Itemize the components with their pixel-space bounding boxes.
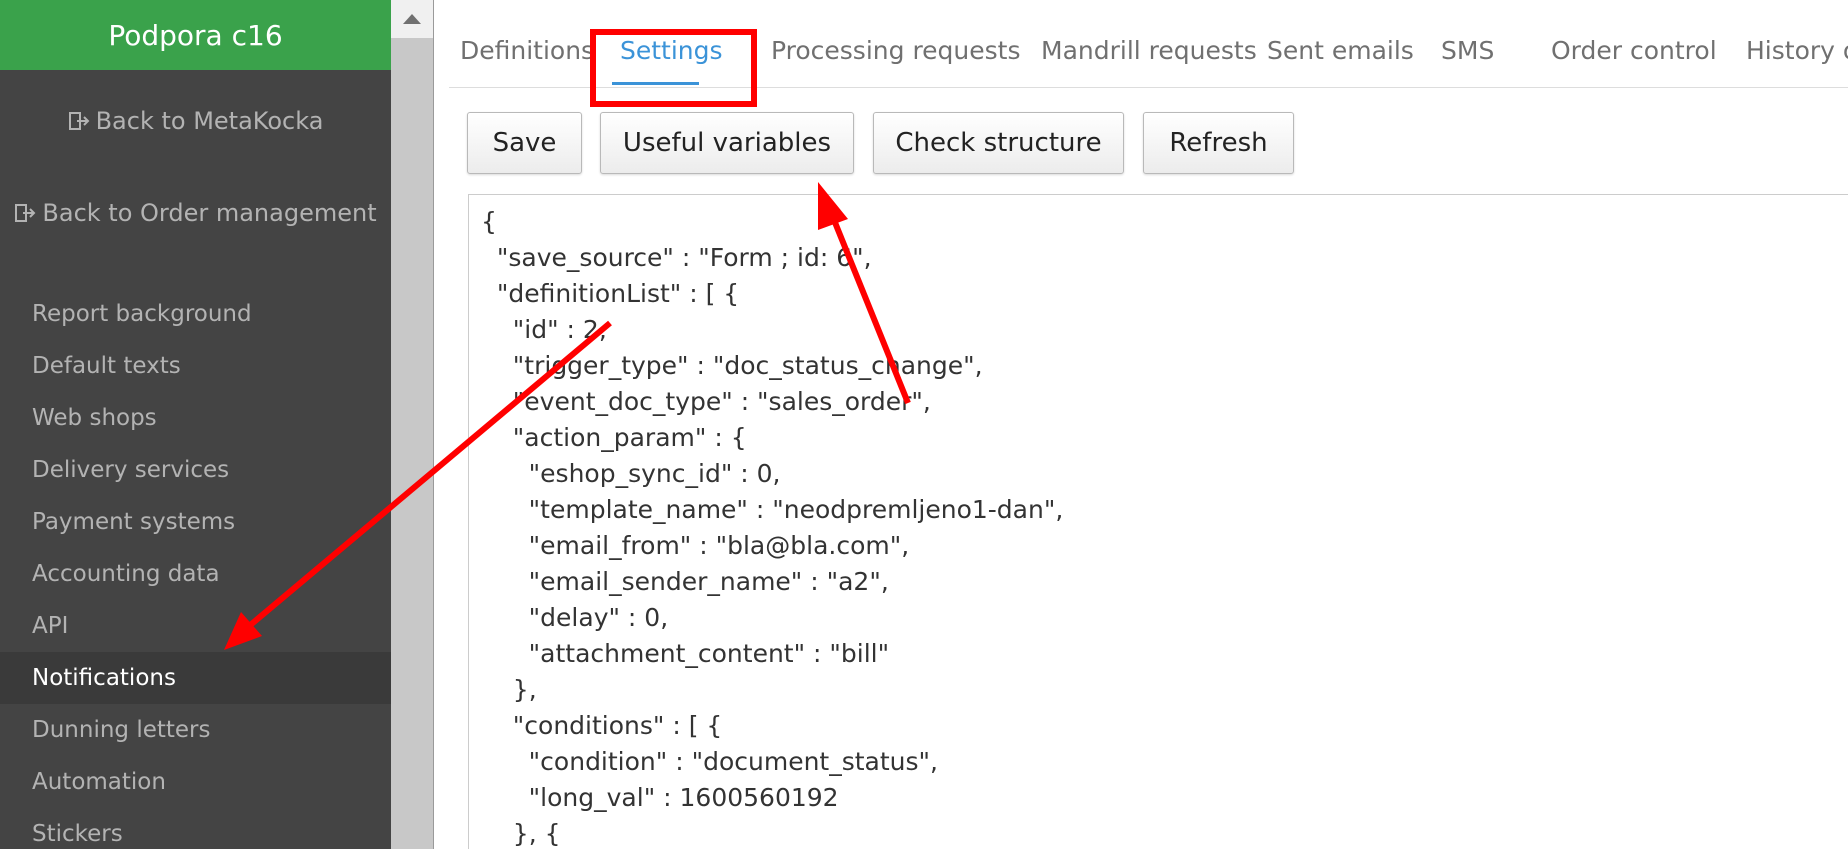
check-structure-button[interactable]: Check structure [873,112,1124,174]
sidebar-item-notifications[interactable]: Notifications [0,652,391,704]
main-panel: Definitions Settings Processing requests… [434,0,1848,849]
save-button[interactable]: Save [467,112,582,174]
sidebar-item-accounting-data[interactable]: Accounting data [0,548,391,600]
code-line: "event_doc_type" : "sales_order", [481,387,931,416]
sidebar-item-default-texts[interactable]: Default texts [0,340,391,392]
sidebar-item-report-background[interactable]: Report background [0,288,391,340]
tab-definitions[interactable]: Definitions [460,36,594,65]
code-line: "attachment_content" : "bill" [481,639,890,668]
back-to-metakocka-link[interactable]: Back to MetaKocka [0,104,391,138]
code-line: "email_sender_name" : "a2", [481,567,889,596]
tab-history[interactable]: History of [1746,36,1848,65]
sidebar-scrollbar[interactable] [391,0,433,849]
tab-sms[interactable]: SMS [1441,36,1494,65]
code-line: "long_val" : 1600560192 [481,783,839,812]
back-link-label: Back to Order management [42,199,377,227]
scroll-up-arrow-icon[interactable] [391,0,433,38]
code-line: "trigger_type" : "doc_status_change", [481,351,983,380]
back-to-order-management-link[interactable]: Back to Order management [0,196,391,230]
code-line: }, { [481,819,561,848]
tab-bar: Definitions Settings Processing requests… [449,0,1848,88]
code-line: "conditions" : [ { [481,711,723,740]
sidebar-item-dunning-letters[interactable]: Dunning letters [0,704,391,756]
logout-icon [68,110,90,132]
json-settings-editor[interactable]: { "save_source" : "Form ; id: 6", "defin… [468,194,1848,849]
back-link-label: Back to MetaKocka [95,107,324,135]
tab-processing-requests[interactable]: Processing requests [771,36,1021,65]
sidebar-title: Podpora c16 [0,0,391,70]
tab-settings[interactable]: Settings [620,36,723,65]
active-tab-indicator [612,82,699,85]
tab-order-control[interactable]: Order control [1551,36,1717,65]
refresh-button[interactable]: Refresh [1143,112,1294,174]
sidebar-item-api[interactable]: API [0,600,391,652]
code-line: "condition" : "document_status", [481,747,938,776]
code-line: "template_name" : "neodpremljeno1-dan", [481,495,1064,524]
sidebar-item-web-shops[interactable]: Web shops [0,392,391,444]
code-line: "email_from" : "bla@bla.com", [481,531,910,560]
sidebar-item-payment-systems[interactable]: Payment systems [0,496,391,548]
sidebar-menu: Report background Default texts Web shop… [0,288,391,849]
code-line: "delay" : 0, [481,603,669,632]
code-line: "action_param" : { [481,423,747,452]
tab-mandrill-requests[interactable]: Mandrill requests [1041,36,1257,65]
code-line: "eshop_sync_id" : 0, [481,459,781,488]
tab-sent-emails[interactable]: Sent emails [1267,36,1414,65]
sidebar-item-stickers[interactable]: Stickers [0,808,391,849]
toolbar: Save Useful variables Check structure Re… [434,112,1848,176]
logout-icon [14,202,36,224]
useful-variables-button[interactable]: Useful variables [600,112,854,174]
sidebar-item-delivery-services[interactable]: Delivery services [0,444,391,496]
sidebar-item-automation[interactable]: Automation [0,756,391,808]
sidebar: Podpora c16 Back to MetaKocka Back to Or… [0,0,391,849]
code-line: "id" : 2, [481,315,607,344]
code-line: "save_source" : "Form ; id: 6", [481,243,872,272]
code-line: { [481,207,497,236]
code-line: "definitionList" : [ { [481,279,740,308]
code-line: }, [481,675,537,704]
